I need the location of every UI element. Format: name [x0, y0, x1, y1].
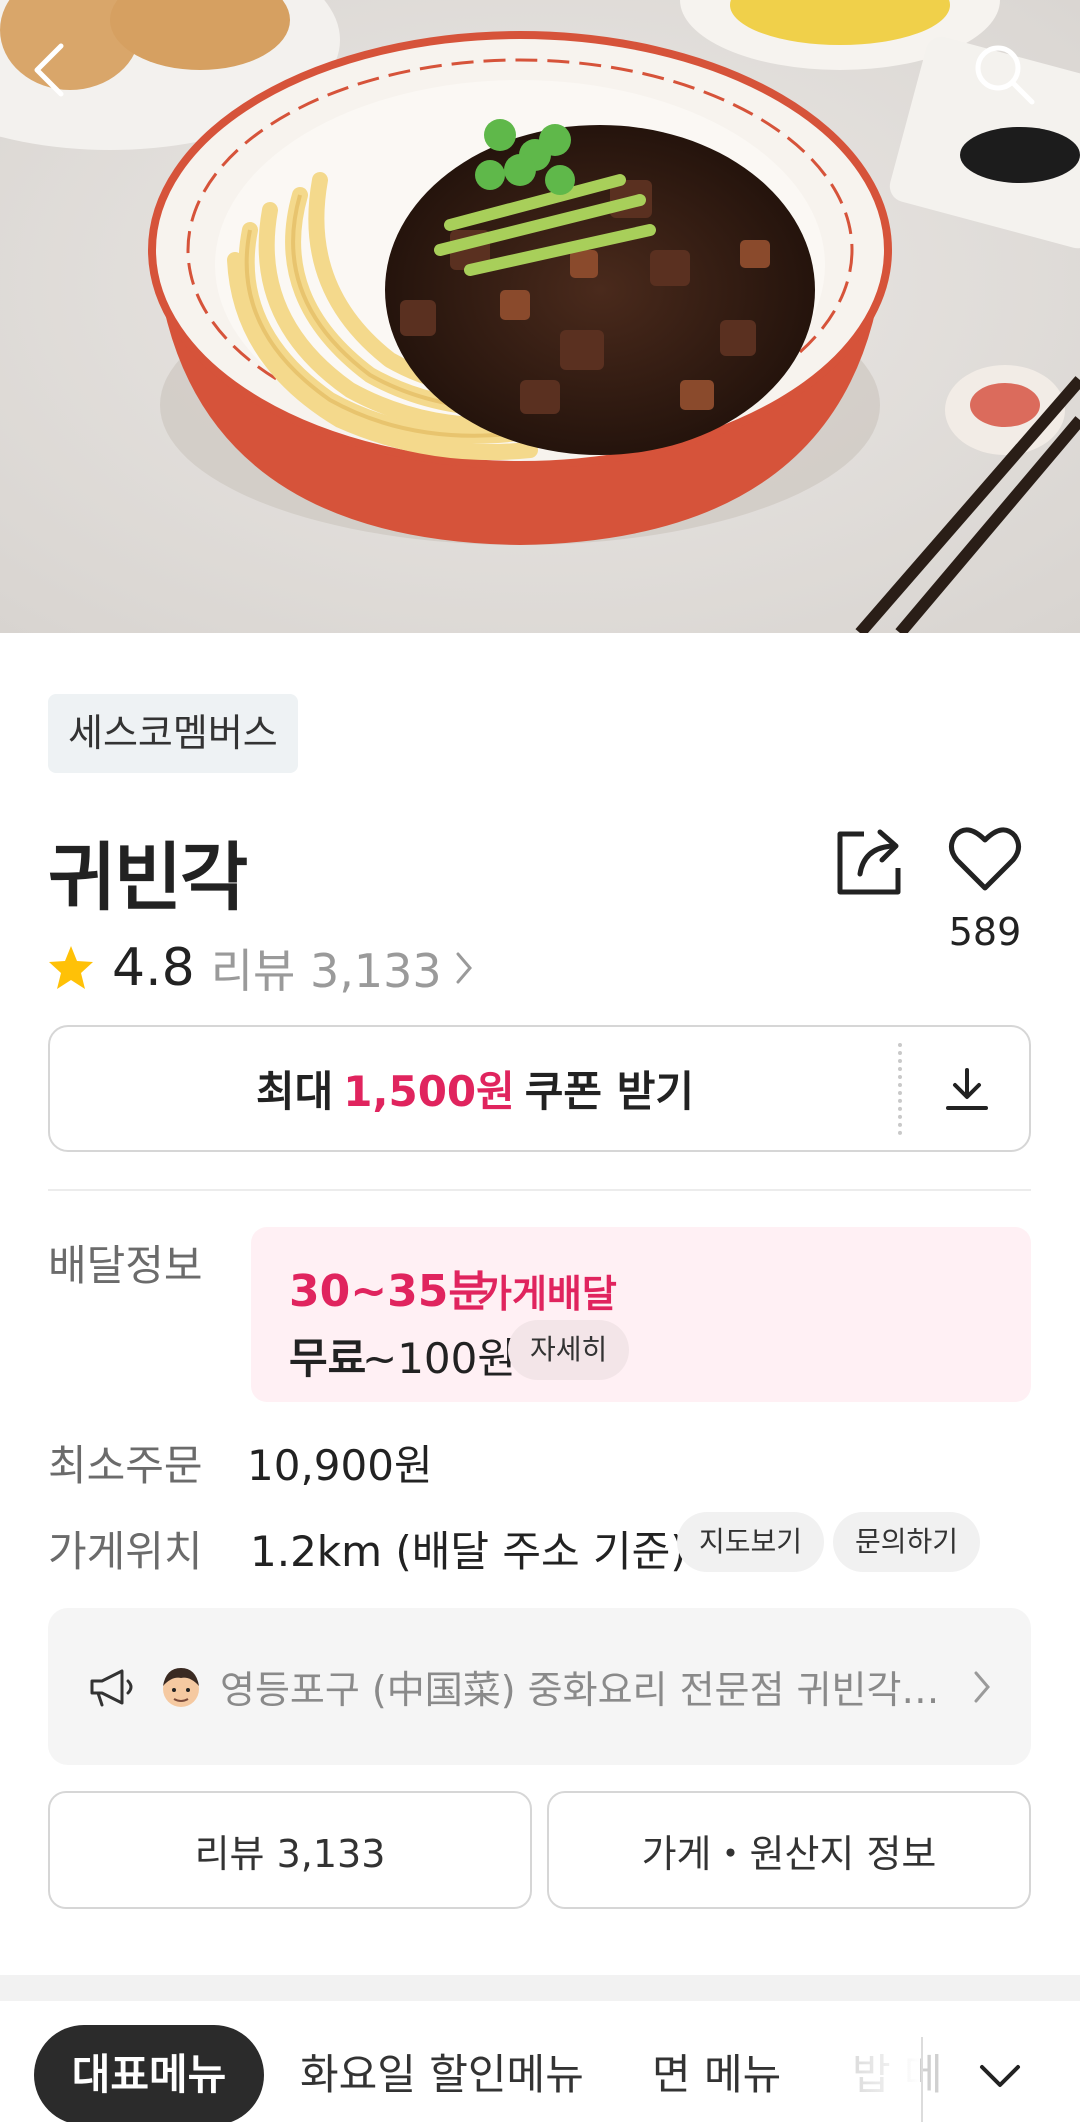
- notice-text: 영등포구 (中国菜) 중화요리 전문점 귀빈각…: [220, 1668, 940, 1712]
- favorite-count: 589: [948, 910, 1022, 954]
- chevron-right-icon: [974, 1671, 990, 1702]
- coupon-download-button[interactable]: [902, 1027, 1031, 1150]
- divider: [48, 1189, 1031, 1191]
- favorite-button[interactable]: [945, 818, 1025, 898]
- coupon-prefix: 최대: [256, 1067, 334, 1116]
- delivery-type: 가게배달: [477, 1272, 617, 1316]
- search-button[interactable]: [970, 40, 1060, 130]
- review-link[interactable]: 리뷰 3,133: [211, 935, 474, 1001]
- delivery-fee-free: 무료: [289, 1334, 367, 1383]
- review-link-label: 리뷰 3,133: [210, 944, 442, 998]
- food-photo: [0, 0, 1080, 633]
- chevron-down-icon: [980, 2065, 1020, 2087]
- reviews-button[interactable]: 리뷰 3,133: [48, 1791, 532, 1909]
- download-icon: [945, 1067, 988, 1110]
- view-map-button[interactable]: 지도보기: [677, 1512, 825, 1572]
- search-icon: [975, 45, 1035, 105]
- menu-category-tabs: 대표메뉴 화요일 할인메뉴 면 메뉴 밥 메: [0, 2001, 1080, 2122]
- megaphone-icon: [90, 1669, 133, 1706]
- tab-noodle-menu[interactable]: 면 메뉴: [652, 2025, 781, 2122]
- chevron-right-icon: [456, 952, 472, 984]
- rating-value: 4.8: [112, 938, 195, 998]
- coupon-amount: 1,500원: [343, 1067, 515, 1116]
- tab-tuesday-discount[interactable]: 화요일 할인메뉴: [300, 2025, 584, 2122]
- delivery-fee-amount: ~100원: [362, 1334, 516, 1383]
- share-icon: [837, 829, 901, 895]
- delivery-time: 30~35분: [289, 1266, 489, 1317]
- min-order-value: 10,900원: [247, 1441, 433, 1490]
- coupon-button[interactable]: 최대 1,500원 쿠폰 받기: [50, 1027, 900, 1150]
- share-button[interactable]: [830, 820, 910, 900]
- store-notice[interactable]: 영등포구 (中国菜) 중화요리 전문점 귀빈각…: [48, 1608, 1031, 1765]
- store-origin-info-button[interactable]: 가게・원산지 정보: [547, 1791, 1031, 1909]
- delivery-detail-button[interactable]: 자세히: [508, 1320, 630, 1380]
- chef-emoji-icon: [163, 1667, 199, 1707]
- section-separator: [0, 1975, 1080, 2001]
- rating-row: 4.8 리뷰 3,133: [46, 936, 474, 1000]
- back-button[interactable]: [25, 40, 115, 130]
- delivery-info-box: 30~35분 가게배달 무료 ~100원 자세히: [251, 1227, 1031, 1402]
- membership-badge: 세스코멤버스: [48, 694, 298, 773]
- heart-icon: [949, 827, 1021, 891]
- tab-representative-menu[interactable]: 대표메뉴: [34, 2025, 264, 2122]
- hero-image: [0, 0, 1080, 633]
- store-location-label: 가게위치: [48, 1527, 203, 1576]
- tab-fade-overlay: [830, 2001, 920, 2122]
- tab-separator: [921, 2037, 923, 2122]
- star-icon: [49, 946, 93, 989]
- inquiry-button[interactable]: 문의하기: [833, 1512, 981, 1572]
- expand-tabs-button[interactable]: [960, 2037, 1040, 2117]
- delivery-info-label: 배달정보: [48, 1241, 203, 1290]
- store-name: 귀빈각: [48, 835, 248, 921]
- store-location-value: 1.2km (배달 주소 기준): [250, 1527, 687, 1576]
- min-order-label: 최소주문: [48, 1441, 203, 1490]
- coupon-banner: 최대 1,500원 쿠폰 받기: [48, 1025, 1031, 1152]
- chevron-left-icon: [34, 43, 64, 97]
- coupon-suffix: 쿠폰 받기: [524, 1067, 694, 1116]
